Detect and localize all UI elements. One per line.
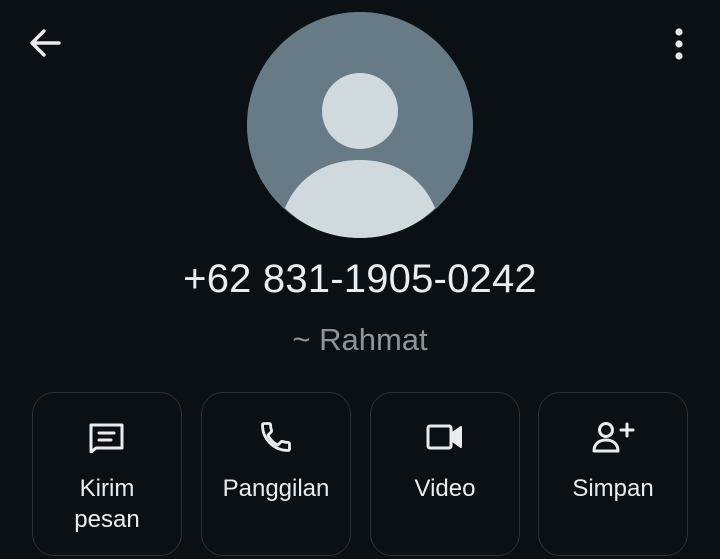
save-contact-label: Simpan <box>572 475 654 502</box>
voice-call-label: Panggilan <box>222 475 330 502</box>
contact-info-screen: +62 831-1905-0242 ~ Rahmat Kirim pesan P… <box>0 0 720 559</box>
send-message-button[interactable]: Kirim pesan <box>32 392 182 556</box>
video-camera-icon <box>426 424 462 450</box>
video-call-label: Video <box>414 475 476 502</box>
video-call-button[interactable]: Video <box>370 392 520 556</box>
message-icon <box>89 423 124 453</box>
contact-push-name: ~ Rahmat <box>292 322 428 357</box>
add-person-icon <box>592 422 635 453</box>
send-message-label: Kirim pesan <box>74 475 140 533</box>
save-contact-button[interactable]: Simpan <box>538 392 688 556</box>
more-vertical-icon <box>675 28 683 60</box>
phone-icon <box>261 422 291 452</box>
default-person-avatar <box>247 12 473 238</box>
phone-number: +62 831-1905-0242 <box>183 257 537 301</box>
more-options-button[interactable] <box>664 24 694 64</box>
arrow-left-icon <box>30 29 61 57</box>
contact-avatar[interactable] <box>247 12 473 238</box>
voice-call-button[interactable]: Panggilan <box>201 392 351 556</box>
back-button[interactable] <box>26 26 64 60</box>
